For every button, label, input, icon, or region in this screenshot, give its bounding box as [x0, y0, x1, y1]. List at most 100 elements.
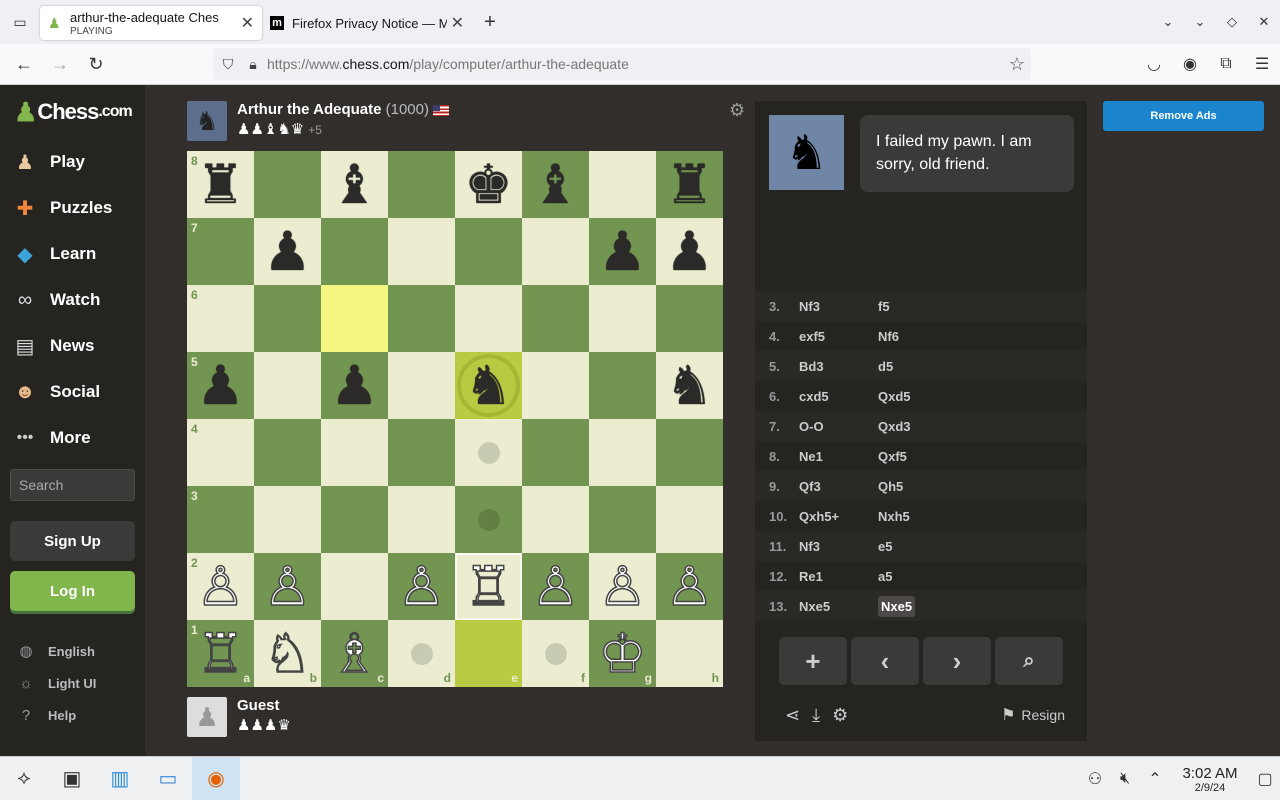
black-move[interactable]: Qxf5 — [878, 449, 907, 464]
chess-board[interactable]: 8 ♜ ♝ ♚ ♝ ♜ 7 ♟ ♟ ♟ 6 5 ♟ ♟ ♞ ♞ 4 3 2 ♙ ♙ ♙ ♖ ♙ ♙ ♙ 1 a ♖ b ♘ c ♗ d e f g ♔ h — [187, 151, 723, 687]
square-f1[interactable]: f — [522, 620, 589, 687]
tab-chess[interactable]: ♟ arthur-the-adequate Ches PLAYING ✕ — [40, 6, 262, 40]
new-game-plus-button[interactable]: + — [779, 637, 847, 685]
black-move[interactable]: f5 — [878, 299, 890, 314]
sidebar-item-learn[interactable]: ◆ Learn — [0, 234, 145, 274]
black-move[interactable]: Qxd3 — [878, 419, 911, 434]
square-g1[interactable]: g ♔ — [589, 620, 656, 687]
square-d1[interactable]: d — [388, 620, 455, 687]
white-piece[interactable]: ♖ — [196, 625, 246, 681]
account-icon[interactable]: ◉ — [1172, 54, 1208, 74]
square-h4[interactable] — [656, 419, 723, 486]
square-a2[interactable]: 2 ♙ — [187, 553, 254, 620]
black-piece[interactable]: ♟ — [330, 358, 378, 413]
maximize-icon[interactable]: ◇ — [1216, 14, 1248, 30]
black-move[interactable]: d5 — [878, 359, 893, 374]
white-piece[interactable]: ♘ — [263, 625, 313, 681]
square-h1[interactable]: h — [656, 620, 723, 687]
reload-icon[interactable]: ↻ — [78, 46, 114, 82]
volume-muted-icon[interactable]: 🔇︎ — [1110, 770, 1140, 788]
white-move[interactable]: Re1 — [799, 569, 878, 584]
remove-ads-button[interactable]: Remove Ads — [1103, 101, 1264, 131]
sidebar-item-more[interactable]: ••• More — [0, 418, 145, 458]
square-f4[interactable] — [522, 419, 589, 486]
white-piece[interactable]: ♙ — [531, 558, 581, 614]
software-store-icon[interactable]: ▥ — [96, 757, 144, 800]
system-settings-icon[interactable]: ▣ — [48, 757, 96, 800]
back-icon[interactable]: ← — [6, 46, 42, 82]
square-c4[interactable] — [321, 419, 388, 486]
chess-com-logo[interactable]: ♟ Chess .com — [14, 97, 133, 127]
square-h6[interactable] — [656, 285, 723, 352]
square-g7[interactable]: ♟ — [589, 218, 656, 285]
network-icon[interactable]: ⚇ — [1080, 769, 1110, 789]
square-c8[interactable]: ♝ — [321, 151, 388, 218]
square-g6[interactable] — [589, 285, 656, 352]
white-piece[interactable]: ♙ — [263, 558, 313, 614]
show-desktop-icon[interactable]: ▢ — [1250, 769, 1280, 789]
black-piece[interactable]: ♝ — [330, 157, 378, 212]
log-in-button[interactable]: Log In — [10, 571, 135, 611]
previous-move-button[interactable]: ‹ — [851, 637, 919, 685]
square-d6[interactable] — [388, 285, 455, 352]
white-piece[interactable]: ♗ — [330, 625, 380, 681]
white-piece[interactable]: ♖ — [464, 558, 514, 614]
settings-gear-icon[interactable]: ⚙ — [832, 705, 848, 726]
square-a1[interactable]: 1 a ♖ — [187, 620, 254, 687]
white-piece[interactable]: ♙ — [665, 558, 715, 614]
opponent-name[interactable]: Arthur the Adequate — [237, 101, 381, 118]
black-move[interactable]: a5 — [878, 569, 892, 584]
square-g4[interactable] — [589, 419, 656, 486]
white-move[interactable]: Bd3 — [799, 359, 878, 374]
white-move[interactable]: Nf3 — [799, 539, 878, 554]
square-b7[interactable]: ♟ — [254, 218, 321, 285]
square-d3[interactable] — [388, 486, 455, 553]
list-all-tabs-icon[interactable]: ⌄ — [1152, 14, 1184, 30]
system-clock[interactable]: 3:02 AM 2/9/24 — [1170, 765, 1250, 794]
bookmark-star-icon[interactable]: ☆ — [1009, 54, 1025, 75]
square-a7[interactable]: 7 — [187, 218, 254, 285]
opponent-avatar[interactable]: ♞ — [187, 101, 227, 141]
share-icon[interactable]: ⋖ — [785, 705, 800, 726]
shield-icon[interactable]: ⛉ — [213, 56, 243, 73]
sidebar-item-play[interactable]: ♟ Play — [0, 142, 145, 182]
app-launcher-icon[interactable]: ⟡ — [0, 757, 48, 800]
black-move[interactable]: Qh5 — [878, 479, 903, 494]
sidebar-item-watch[interactable]: ∞ Watch — [0, 280, 145, 320]
download-icon[interactable]: ⤓ — [812, 705, 820, 726]
white-move[interactable]: exf5 — [799, 329, 878, 344]
black-piece[interactable]: ♞ — [665, 358, 713, 413]
square-h8[interactable]: ♜ — [656, 151, 723, 218]
square-f7[interactable] — [522, 218, 589, 285]
white-move[interactable]: O-O — [799, 419, 878, 434]
square-d2[interactable]: ♙ — [388, 553, 455, 620]
square-e1[interactable]: e — [455, 620, 522, 687]
white-piece[interactable]: ♙ — [397, 558, 447, 614]
white-move[interactable]: Qxh5+ — [799, 509, 878, 524]
square-g5[interactable] — [589, 352, 656, 419]
square-c6[interactable] — [321, 285, 388, 352]
square-e3[interactable] — [455, 486, 522, 553]
square-d8[interactable] — [388, 151, 455, 218]
square-e2[interactable]: ♖ — [455, 553, 522, 620]
help-link[interactable]: ? Help — [0, 703, 145, 727]
legal-move-dot[interactable] — [477, 441, 500, 464]
black-piece[interactable]: ♟ — [665, 224, 713, 279]
light-ui-toggle[interactable]: ☼ Light UI — [0, 671, 145, 695]
square-e8[interactable]: ♚ — [455, 151, 522, 218]
square-h5[interactable]: ♞ — [656, 352, 723, 419]
square-d5[interactable] — [388, 352, 455, 419]
close-tab-icon[interactable]: ✕ — [241, 13, 254, 33]
url-text[interactable]: https://www.chess.com/play/computer/arth… — [267, 56, 629, 72]
square-e4[interactable] — [455, 419, 522, 486]
square-g3[interactable] — [589, 486, 656, 553]
black-piece[interactable]: ♟ — [196, 358, 244, 413]
square-g8[interactable] — [589, 151, 656, 218]
square-b8[interactable] — [254, 151, 321, 218]
square-e5[interactable]: ♞ — [455, 352, 522, 419]
language-link[interactable]: ◍ English — [0, 639, 145, 663]
square-c7[interactable] — [321, 218, 388, 285]
legal-move-dot[interactable] — [410, 642, 433, 665]
square-h2[interactable]: ♙ — [656, 553, 723, 620]
white-move[interactable]: Nxe5 — [799, 599, 878, 614]
